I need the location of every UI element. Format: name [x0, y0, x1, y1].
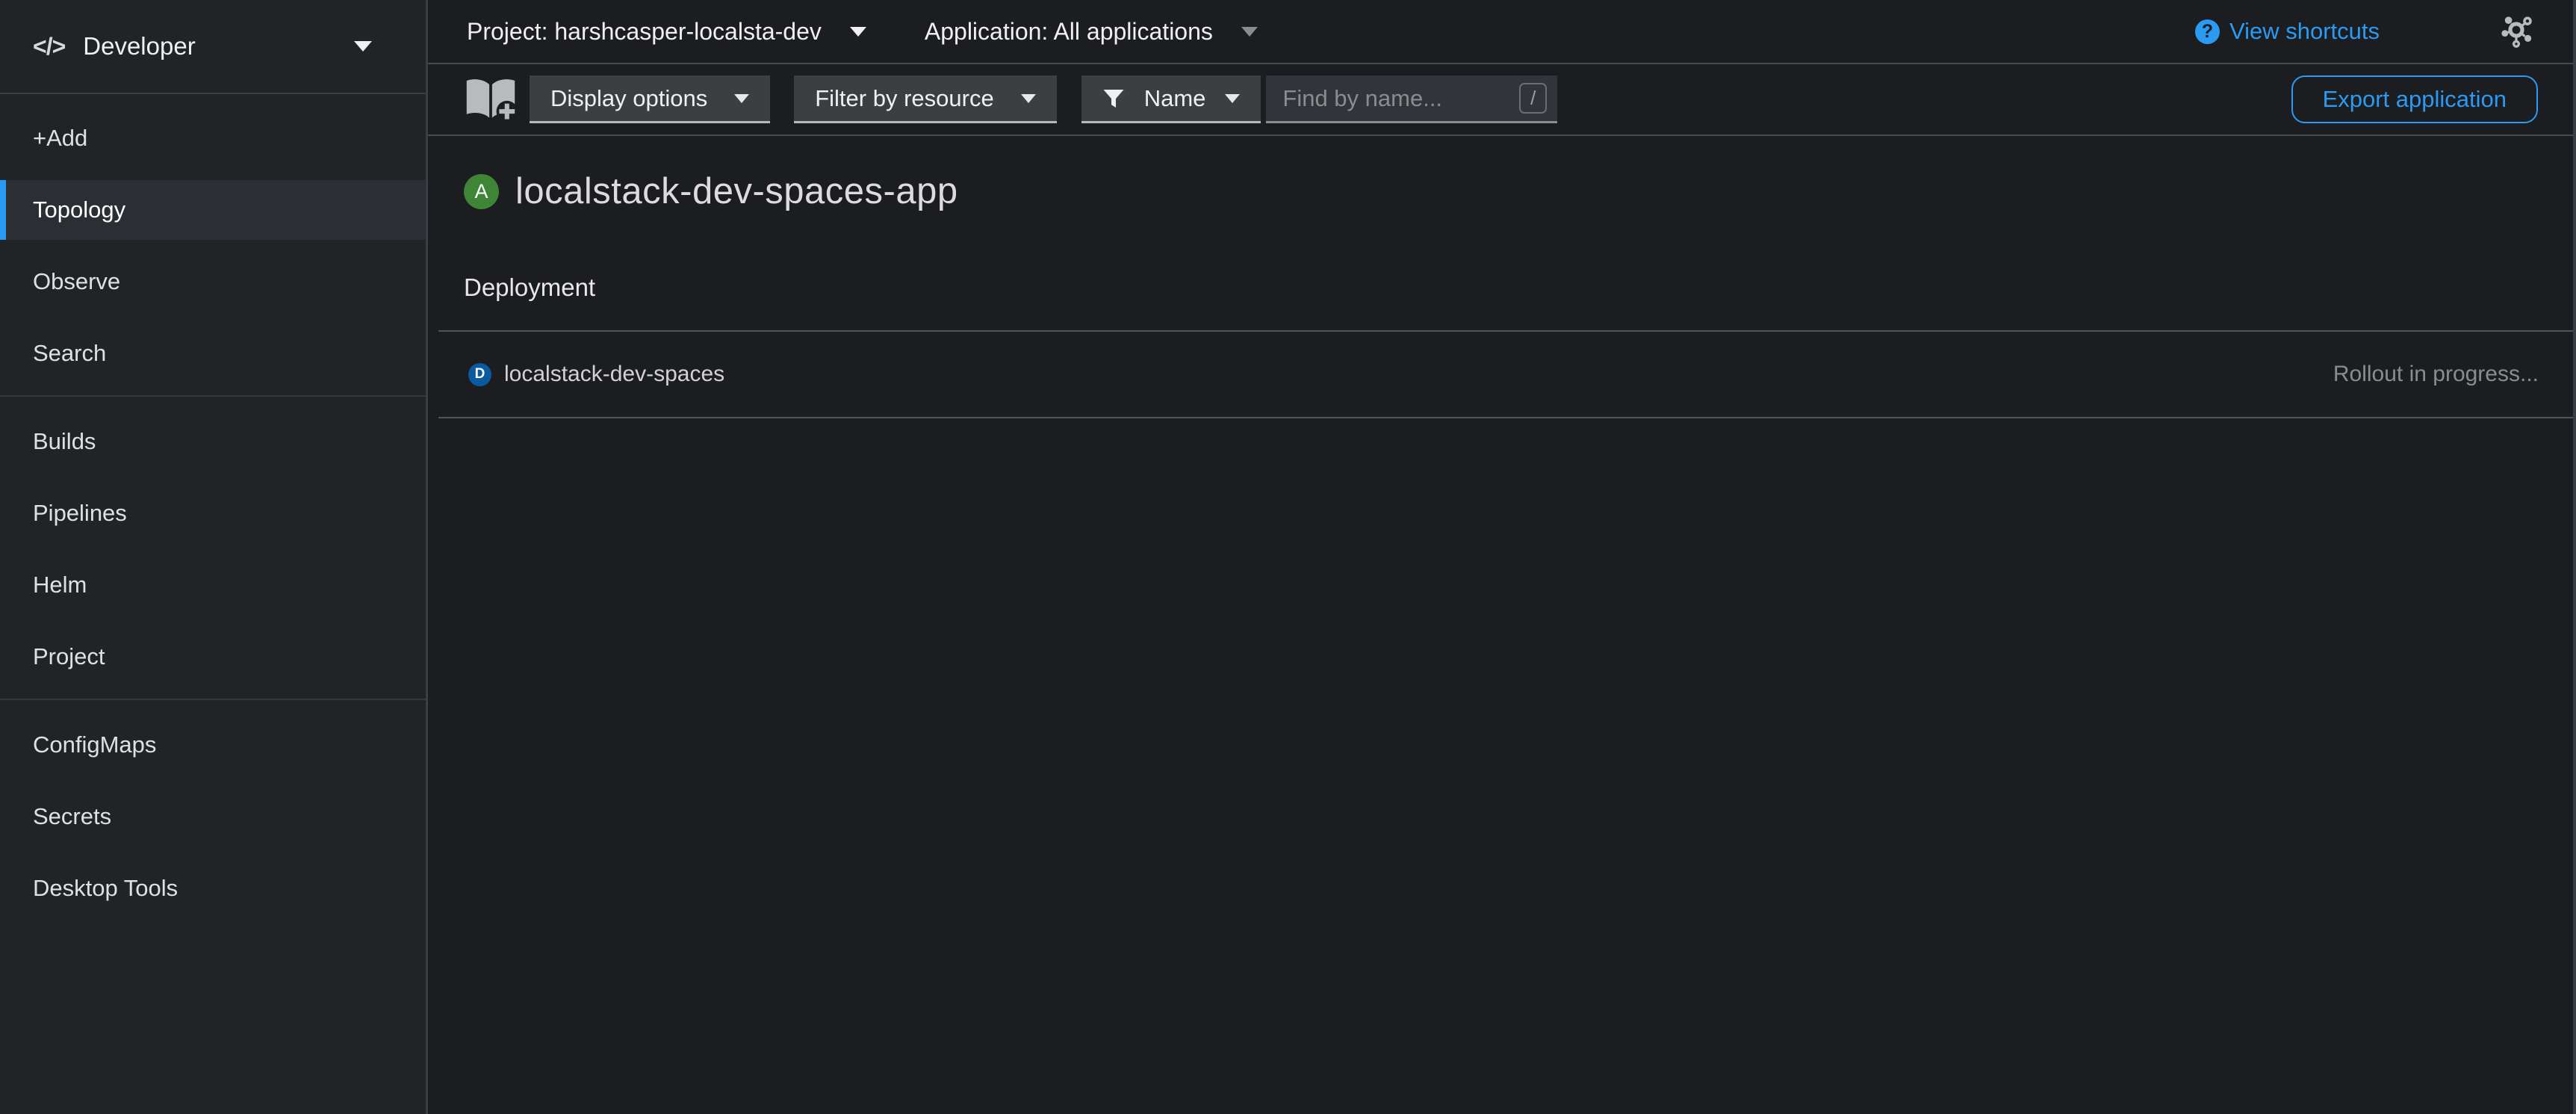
sidebar-item-label: Desktop Tools	[33, 875, 178, 902]
main-area: Project: harshcasper-localsta-dev Applic…	[428, 0, 2576, 1114]
sidebar-item-label: Helm	[33, 572, 87, 598]
sidebar-item-secrets[interactable]: Secrets	[0, 787, 426, 847]
code-icon: </>	[33, 33, 65, 61]
sidebar-nav: +Add Topology Observe Search Builds Pipe…	[0, 94, 426, 930]
project-switcher-label: Project: harshcasper-localsta-dev	[467, 18, 822, 46]
deployment-badge: D	[468, 363, 491, 386]
sidebar-item-label: Pipelines	[33, 500, 127, 527]
chevron-down-icon	[1241, 27, 1258, 37]
sidebar-item-add[interactable]: +Add	[0, 108, 426, 168]
application-switcher[interactable]: Application: All applications	[925, 18, 1258, 46]
sidebar-item-label: Secrets	[33, 803, 111, 830]
slash-shortcut-key: /	[1519, 83, 1547, 114]
application-badge: A	[464, 174, 499, 209]
question-circle-icon: ?	[2195, 19, 2220, 44]
view-shortcuts-label: View shortcuts	[2229, 18, 2380, 45]
sidebar-item-configmaps[interactable]: ConfigMaps	[0, 715, 426, 775]
sidebar-divider	[0, 699, 426, 700]
topology-list-view: A localstack-dev-spaces-app Deployment D…	[428, 136, 2573, 1114]
display-options-label: Display options	[550, 85, 707, 112]
catalog-book-plus-icon[interactable]	[464, 76, 518, 123]
sidebar-item-label: Search	[33, 340, 106, 367]
sidebar-item-label: ConfigMaps	[33, 731, 156, 758]
sidebar-item-label: Observe	[33, 268, 120, 295]
project-switcher[interactable]: Project: harshcasper-localsta-dev	[467, 18, 866, 46]
sidebar-divider	[0, 395, 426, 397]
resource-kind-heading: Deployment	[464, 273, 2573, 302]
application-group-header: A localstack-dev-spaces-app	[428, 136, 2573, 212]
chevron-down-icon	[734, 94, 749, 103]
sidebar-item-desktop-tools[interactable]: Desktop Tools	[0, 858, 426, 918]
resource-status: Rollout in progress...	[2333, 362, 2539, 387]
sidebar-item-pipelines[interactable]: Pipelines	[0, 483, 426, 543]
sidebar-item-label: +Add	[33, 125, 87, 152]
sidebar-item-search[interactable]: Search	[0, 324, 426, 383]
export-application-button[interactable]: Export application	[2291, 75, 2538, 123]
find-by-name-input[interactable]	[1282, 85, 1513, 112]
view-shortcuts-link[interactable]: ? View shortcuts	[2195, 18, 2380, 45]
find-by-name-field: /	[1266, 75, 1557, 123]
resource-name: localstack-dev-spaces	[504, 362, 724, 387]
perspective-switcher[interactable]: </> Developer	[0, 0, 426, 94]
perspective-label: Developer	[83, 32, 195, 61]
name-filter-label: Name	[1144, 85, 1206, 112]
filter-by-resource-dropdown[interactable]: Filter by resource	[794, 75, 1056, 123]
console-page: </> Developer +Add Topology Observe Sear…	[0, 0, 2576, 1114]
sidebar-item-helm[interactable]: Helm	[0, 555, 426, 615]
context-bar: Project: harshcasper-localsta-dev Applic…	[428, 0, 2573, 64]
context-bar-right: ? View shortcuts	[2195, 13, 2535, 49]
sidebar-item-label: Topology	[33, 197, 125, 223]
chevron-down-icon	[354, 41, 372, 52]
chevron-down-icon	[1225, 94, 1240, 103]
name-filter-dropdown[interactable]: Name	[1081, 75, 1261, 123]
sidebar: </> Developer +Add Topology Observe Sear…	[0, 0, 428, 1114]
sidebar-item-label: Project	[33, 643, 105, 670]
topology-toolbar: Display options Filter by resource Name …	[428, 64, 2573, 136]
sidebar-item-label: Builds	[33, 428, 96, 455]
application-switcher-label: Application: All applications	[925, 18, 1213, 46]
filter-by-resource-label: Filter by resource	[815, 85, 993, 112]
sidebar-item-topology[interactable]: Topology	[0, 180, 426, 240]
topology-view-icon[interactable]	[2499, 13, 2535, 49]
filter-funnel-icon	[1102, 87, 1125, 110]
chevron-down-icon	[1021, 94, 1036, 103]
resource-list: D localstack-dev-spaces Rollout in progr…	[428, 330, 2573, 418]
chevron-down-icon	[850, 27, 866, 37]
sidebar-item-project[interactable]: Project	[0, 627, 426, 687]
display-options-dropdown[interactable]: Display options	[530, 75, 770, 123]
resource-row-deployment[interactable]: D localstack-dev-spaces Rollout in progr…	[438, 330, 2573, 418]
sidebar-item-builds[interactable]: Builds	[0, 412, 426, 471]
sidebar-item-observe[interactable]: Observe	[0, 252, 426, 312]
application-group-title: localstack-dev-spaces-app	[515, 170, 958, 212]
